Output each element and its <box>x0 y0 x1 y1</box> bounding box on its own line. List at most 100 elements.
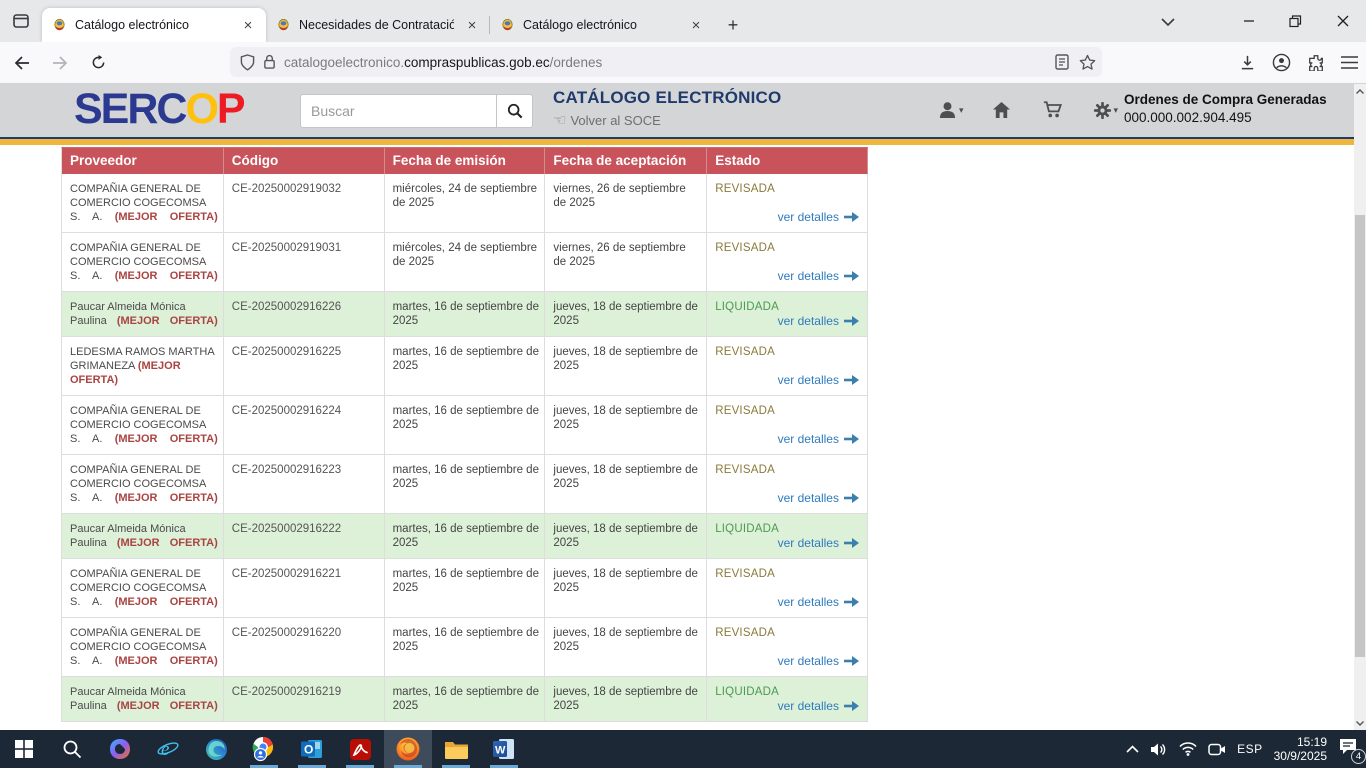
tab-necesidades[interactable]: Necesidades de Contratación y × <box>266 8 490 42</box>
new-tab-button[interactable]: + <box>718 10 748 40</box>
meet-now-icon[interactable] <box>1208 742 1226 757</box>
copilot-button[interactable] <box>96 730 144 768</box>
mejor-oferta-label: (MEJOR OFERTA) <box>115 211 218 223</box>
taskbar-search-button[interactable] <box>48 730 96 768</box>
mejor-oferta-label: (MEJOR OFERTA) <box>115 492 218 504</box>
wifi-icon[interactable] <box>1179 742 1197 756</box>
chevron-down-icon: ▾ <box>1114 105 1119 116</box>
ver-detalles-link[interactable]: ver detalles <box>778 373 862 387</box>
back-button[interactable] <box>6 48 38 78</box>
order-code: CE-20250002916224 <box>224 396 385 454</box>
sercop-logo[interactable]: SERCOP <box>74 85 244 134</box>
arrow-right-icon <box>844 375 859 385</box>
search-button[interactable] <box>496 94 533 128</box>
ver-detalles-link[interactable]: ver detalles <box>778 432 862 446</box>
ver-detalles-link[interactable]: ver detalles <box>778 654 862 668</box>
reload-button[interactable] <box>82 48 114 78</box>
ecuador-crest-icon <box>276 18 291 33</box>
arrow-right-icon <box>844 701 859 711</box>
status-label: REVISADA <box>715 182 862 196</box>
table-row: COMPAÑIA GENERAL DE COMERCIO COGECOMSA S… <box>62 455 868 514</box>
language-indicator[interactable]: ESP <box>1237 742 1263 756</box>
minimize-button[interactable] <box>1225 0 1272 42</box>
col-fecha-aceptacion: Fecha de aceptación <box>545 148 707 174</box>
emission-date: martes, 16 de septiembre de 2025 <box>385 292 546 336</box>
table-row: COMPAÑIA GENERAL DE COMERCIO COGECOMSA S… <box>62 559 868 618</box>
ver-detalles-link[interactable]: ver detalles <box>778 491 862 505</box>
emission-date: martes, 16 de septiembre de 2025 <box>385 455 546 513</box>
orders-table: Proveedor Código Fecha de emisión Fecha … <box>61 147 868 722</box>
hand-pointer-icon: ☜ <box>553 111 566 129</box>
reader-mode-icon[interactable] <box>1055 54 1069 70</box>
status-label: LIQUIDADA <box>715 300 862 314</box>
extensions-puzzle-icon[interactable] <box>1307 53 1325 71</box>
user-icon <box>938 101 957 119</box>
mejor-oferta-label: (MEJOR OFERTA) <box>115 596 218 608</box>
ver-detalles-link[interactable]: ver detalles <box>778 210 862 224</box>
url-text: catalogoelectronico.compraspublicas.gob.… <box>284 55 1047 70</box>
ecuador-crest-icon <box>52 18 67 33</box>
acceptance-date: jueves, 18 de septiembre de 2025 <box>545 618 707 676</box>
firefox-icon <box>395 736 421 762</box>
window-controls <box>1225 0 1366 42</box>
bookmark-star-icon[interactable] <box>1079 54 1096 71</box>
outlook-button[interactable]: O <box>288 730 336 768</box>
scroll-down-icon[interactable] <box>1354 716 1366 730</box>
settings-menu[interactable]: ▾ <box>1093 101 1119 120</box>
edge-button[interactable] <box>192 730 240 768</box>
menu-hamburger-icon[interactable] <box>1341 56 1358 69</box>
shield-icon[interactable] <box>240 54 255 71</box>
tab-close-icon[interactable]: × <box>462 15 482 35</box>
ver-detalles-link[interactable]: ver detalles <box>778 314 862 328</box>
forward-button[interactable] <box>44 48 76 78</box>
internet-explorer-button[interactable]: e <box>144 730 192 768</box>
table-row: Paucar Almeida Mónica Paulina (MEJOR OFE… <box>62 514 868 559</box>
status-label: REVISADA <box>715 241 862 255</box>
vertical-scrollbar[interactable] <box>1354 84 1366 730</box>
clock[interactable]: 15:19 30/9/2025 <box>1274 735 1327 763</box>
tab-catalogo-1[interactable]: Catálogo electrónico × <box>42 8 266 42</box>
firefox-view-icon[interactable] <box>8 8 34 34</box>
acrobat-button[interactable] <box>336 730 384 768</box>
volume-icon[interactable] <box>1150 742 1168 757</box>
tab-catalogo-2[interactable]: Catálogo electrónico × <box>490 8 714 42</box>
start-button[interactable] <box>0 730 48 768</box>
tab-close-icon[interactable]: × <box>238 15 258 35</box>
ver-detalles-link[interactable]: ver detalles <box>778 595 862 609</box>
order-code: CE-20250002916219 <box>224 677 385 721</box>
ver-detalles-link[interactable]: ver detalles <box>778 269 862 283</box>
chrome-button[interactable] <box>240 730 288 768</box>
user-menu[interactable]: ▾ <box>938 101 964 119</box>
ver-detalles-link[interactable]: ver detalles <box>778 536 862 550</box>
lock-icon[interactable] <box>263 54 276 70</box>
downloads-icon[interactable] <box>1239 54 1256 71</box>
scroll-up-icon[interactable] <box>1354 84 1366 98</box>
tab-close-icon[interactable]: × <box>686 15 706 35</box>
tray-chevron-up-icon[interactable] <box>1126 745 1139 753</box>
home-button[interactable] <box>992 101 1011 119</box>
word-button[interactable]: W <box>480 730 528 768</box>
notification-center-button[interactable]: 4 <box>1338 737 1362 761</box>
acceptance-date: jueves, 18 de septiembre de 2025 <box>545 337 707 395</box>
volver-soce-link[interactable]: ☜Volver al SOCE <box>553 111 781 129</box>
order-code: CE-20250002916220 <box>224 618 385 676</box>
acrobat-icon <box>349 738 372 761</box>
search-icon <box>507 103 523 119</box>
col-estado: Estado <box>707 148 868 174</box>
account-icon[interactable] <box>1272 53 1291 72</box>
home-icon <box>992 101 1011 119</box>
address-bar[interactable]: catalogoelectronico.compraspublicas.gob.… <box>230 47 1102 77</box>
firefox-button[interactable] <box>384 730 432 768</box>
scrollbar-thumb[interactable] <box>1355 215 1365 657</box>
search-input[interactable] <box>300 94 496 128</box>
file-explorer-button[interactable] <box>432 730 480 768</box>
close-button[interactable] <box>1319 0 1366 42</box>
order-code: CE-20250002916223 <box>224 455 385 513</box>
arrow-right-icon <box>844 434 859 444</box>
windows-logo-icon <box>15 740 33 758</box>
ver-detalles-link[interactable]: ver detalles <box>778 699 862 713</box>
tab-title: Necesidades de Contratación y <box>299 18 454 32</box>
cart-button[interactable] <box>1043 101 1063 119</box>
list-all-tabs-icon[interactable] <box>1156 11 1180 33</box>
restore-button[interactable] <box>1272 0 1319 42</box>
